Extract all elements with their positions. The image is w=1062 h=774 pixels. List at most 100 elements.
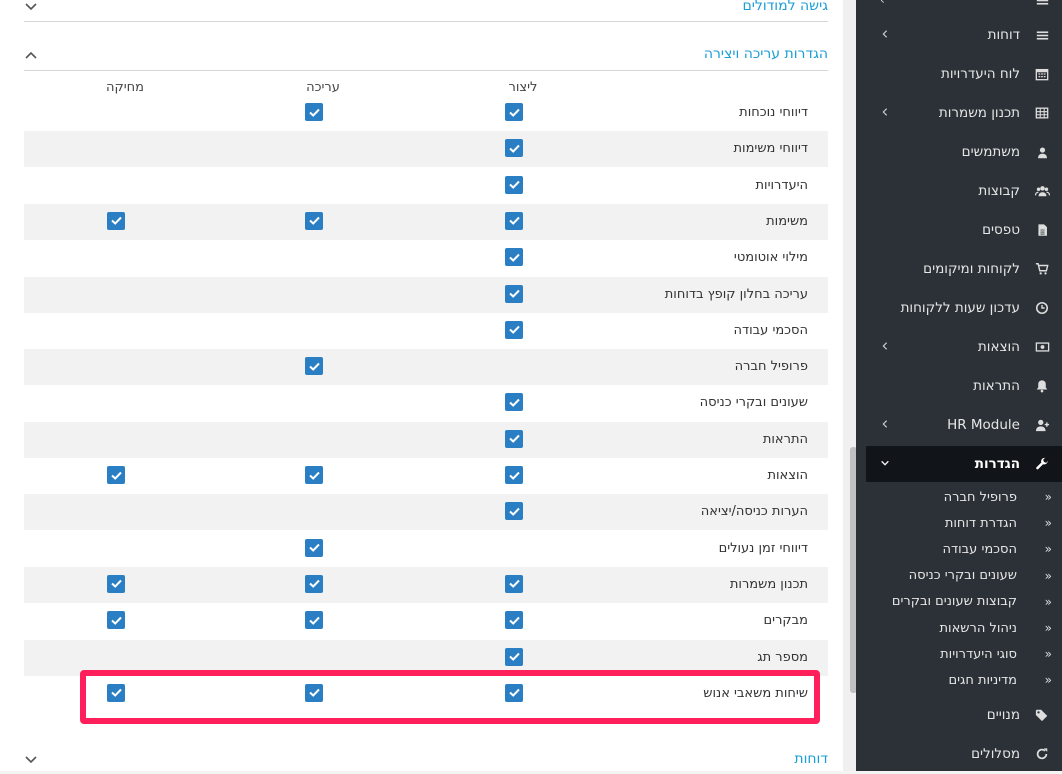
sidebar-item[interactable]: מסלולים bbox=[856, 736, 1062, 771]
chevron-down-icon[interactable] bbox=[24, 752, 38, 766]
sidebar-item[interactable]: עדכון שעות ללקוחות bbox=[856, 290, 1062, 326]
checkbox-delete[interactable] bbox=[107, 611, 125, 630]
checkbox-edit[interactable] bbox=[305, 357, 323, 376]
user-plus-icon bbox=[1034, 417, 1050, 433]
table-row: היעדרויות bbox=[24, 168, 828, 204]
chevron-left-icon bbox=[880, 418, 890, 432]
chevron-left-icon bbox=[880, 28, 890, 42]
permission-label: עריכה בחלון קופץ בדוחות bbox=[664, 286, 808, 302]
table-row: הוצאות bbox=[24, 458, 828, 494]
permission-label: היעדרויות bbox=[755, 177, 808, 193]
clock-icon bbox=[1034, 300, 1050, 316]
sidebar-subitem-label: הגדרת דוחות bbox=[944, 515, 1017, 531]
section-header-edit-settings[interactable]: הגדרות עריכה ויצירה bbox=[24, 38, 828, 71]
sidebar-subitem[interactable]: » סוגי היעדרויות bbox=[856, 641, 1062, 667]
sidebar-item[interactable]: לוח היעדרויות bbox=[856, 56, 1062, 92]
checkbox-edit[interactable] bbox=[305, 683, 323, 702]
checkbox-create[interactable] bbox=[505, 502, 523, 521]
sidebar-item[interactable]: מנויים bbox=[856, 697, 1062, 733]
sidebar-item-label: התראות bbox=[973, 378, 1020, 394]
checkbox-create[interactable] bbox=[505, 320, 523, 339]
checkbox-create[interactable] bbox=[505, 248, 523, 267]
sidebar-item[interactable]: לקוחות ומיקומים bbox=[856, 251, 1062, 287]
permission-label: מבקרים bbox=[763, 613, 808, 629]
permission-label: משימות bbox=[766, 213, 808, 229]
table-row: תכנון משמרות bbox=[24, 566, 828, 603]
table-row: משימות bbox=[24, 203, 828, 240]
checkbox-delete[interactable] bbox=[107, 683, 125, 702]
wrench-icon bbox=[1034, 456, 1050, 472]
checkbox-create[interactable] bbox=[505, 466, 523, 484]
file-icon bbox=[1034, 222, 1050, 238]
sidebar-item[interactable]: הגדרות bbox=[866, 446, 1062, 482]
checkbox-create[interactable] bbox=[505, 429, 523, 448]
checkbox-edit[interactable] bbox=[305, 538, 323, 557]
sidebar-subitem[interactable]: » שעונים ובקרי כניסה bbox=[856, 563, 1062, 589]
sidebar-item-label: HR Module bbox=[947, 417, 1020, 433]
checkbox-delete[interactable] bbox=[107, 574, 125, 593]
sidebar-subitem[interactable]: » הגדרת דוחות bbox=[856, 510, 1062, 536]
sidebar-subitem-label: סוגי היעדרויות bbox=[940, 646, 1017, 662]
checkbox-create[interactable] bbox=[505, 574, 523, 593]
checkbox-create[interactable] bbox=[505, 611, 523, 630]
permission-label: דיווחי נוכחות bbox=[739, 105, 808, 120]
checkbox-create[interactable] bbox=[505, 647, 523, 666]
list-icon bbox=[1034, 0, 1050, 8]
checkbox-delete[interactable] bbox=[107, 466, 125, 484]
sidebar-subitem-label: הסכמי עבודה bbox=[942, 541, 1017, 557]
table-row: עריכה בחלון קופץ בדוחות bbox=[24, 276, 828, 313]
section-title: גישה למודולים bbox=[742, 0, 828, 14]
section-header-reports[interactable]: דוחות bbox=[24, 744, 828, 774]
sidebar-subitem[interactable]: » קבוצות שעונים ובקרים bbox=[856, 589, 1062, 615]
bell-icon bbox=[1034, 378, 1050, 394]
double-chevron-icon: » bbox=[1044, 621, 1052, 635]
checkbox-create[interactable] bbox=[505, 103, 523, 121]
permission-label: דיווחי משימות bbox=[733, 141, 808, 157]
table-row: שיחות משאבי אנוש bbox=[24, 676, 828, 712]
sidebar: ‹ דוחות לוח היעדרויות תכנון משמרות משתמשים ק… bbox=[856, 0, 1062, 771]
permission-label: מילוי אוטומטי bbox=[733, 250, 808, 266]
chevron-down-icon[interactable] bbox=[24, 0, 38, 13]
table-row: דיווחי משימות bbox=[24, 131, 828, 168]
sidebar-item[interactable]: משתמשים bbox=[856, 134, 1062, 170]
section-header-module-access[interactable]: גישה למודולים bbox=[24, 0, 828, 22]
calendar-icon bbox=[1034, 66, 1050, 82]
checkbox-create[interactable] bbox=[505, 175, 523, 194]
chevron-up-icon[interactable] bbox=[24, 47, 38, 61]
checkbox-edit[interactable] bbox=[305, 103, 323, 121]
sidebar-subitem[interactable]: » ניהול הרשאות bbox=[856, 615, 1062, 641]
permission-label: הוצאות bbox=[767, 468, 808, 483]
caret-icon: ‹ bbox=[880, 0, 885, 7]
sidebar-subitem[interactable]: » הסכמי עבודה bbox=[856, 536, 1062, 562]
checkbox-edit[interactable] bbox=[305, 611, 323, 630]
checkbox-create[interactable] bbox=[505, 284, 523, 303]
checkbox-create[interactable] bbox=[505, 139, 523, 158]
sidebar-item-label: מסלולים bbox=[971, 746, 1020, 762]
sidebar-subitem[interactable]: » פרופיל חברה bbox=[856, 484, 1062, 510]
sidebar-item[interactable]: דוחות bbox=[856, 17, 1062, 53]
sidebar-item[interactable]: HR Module bbox=[856, 407, 1062, 443]
sidebar-item[interactable]: התראות bbox=[856, 368, 1062, 404]
sidebar-item[interactable]: תכנון משמרות bbox=[856, 95, 1062, 131]
checkbox-create[interactable] bbox=[505, 683, 523, 702]
checkbox-create[interactable] bbox=[505, 393, 523, 412]
checkbox-edit[interactable] bbox=[305, 211, 323, 230]
permission-label: שיחות משאבי אנוש bbox=[703, 685, 808, 701]
double-chevron-icon: » bbox=[1044, 673, 1052, 688]
table-row: מילוי אוטומטי bbox=[24, 240, 828, 276]
checkbox-create[interactable] bbox=[505, 211, 523, 230]
checkbox-edit[interactable] bbox=[305, 466, 323, 484]
sidebar-item[interactable]: הוצאות bbox=[856, 329, 1062, 365]
sidebar-item[interactable]: קבוצות bbox=[856, 173, 1062, 209]
sidebar-item[interactable]: טפסים bbox=[856, 212, 1062, 248]
checkbox-delete[interactable] bbox=[107, 211, 125, 230]
checkbox-edit[interactable] bbox=[305, 574, 323, 593]
sidebar-subitem[interactable]: » מדיניות חגים bbox=[856, 667, 1062, 693]
sidebar-item-label: תכנון משמרות bbox=[938, 105, 1020, 121]
sidebar-subitem-label: פרופיל חברה bbox=[943, 489, 1017, 505]
sidebar-item-label: קבוצות bbox=[978, 183, 1020, 199]
sidebar-item-label: לוח היעדרויות bbox=[941, 66, 1020, 82]
double-chevron-icon: » bbox=[1044, 542, 1052, 557]
double-chevron-icon: » bbox=[1044, 516, 1052, 531]
sidebar-item-partial[interactable]: ‹ bbox=[856, 0, 1062, 18]
